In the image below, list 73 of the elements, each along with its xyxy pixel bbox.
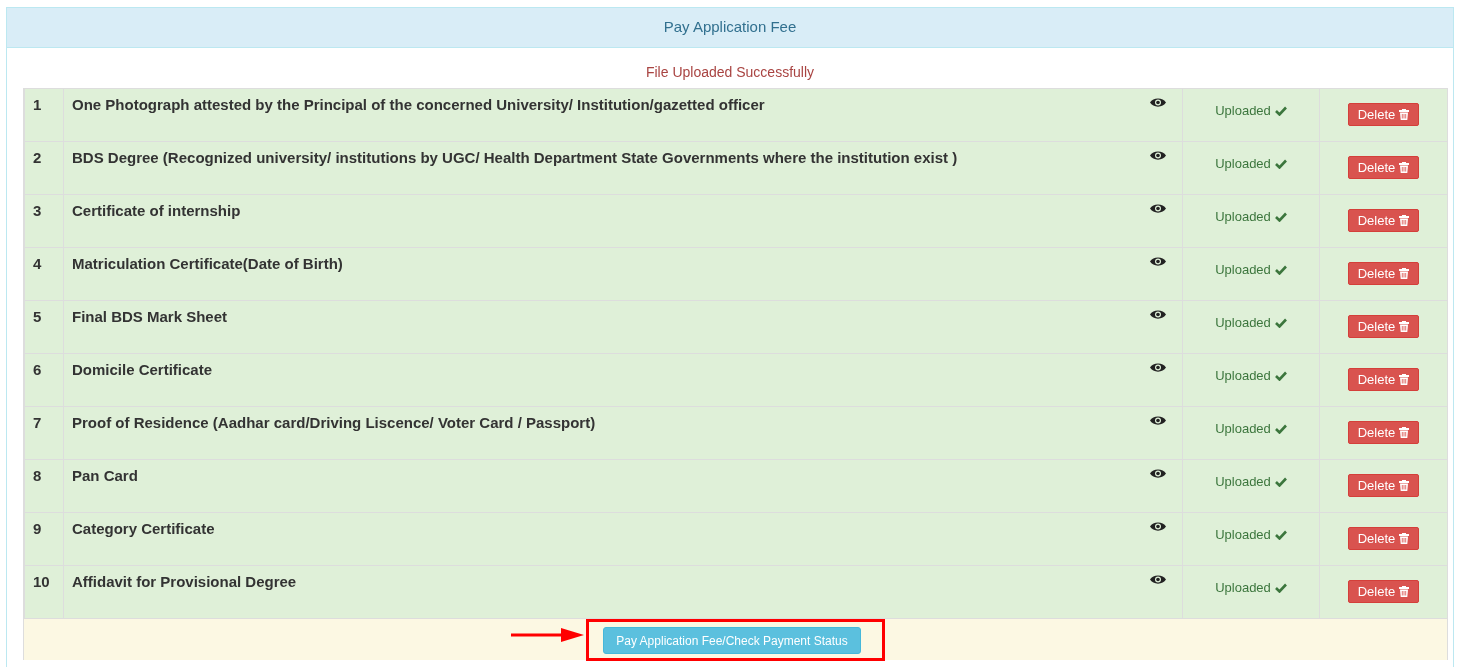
upload-status: Uploaded <box>1215 156 1287 171</box>
upload-status: Uploaded <box>1215 209 1287 224</box>
row-number: 4 <box>24 248 63 300</box>
check-icon <box>1274 264 1287 275</box>
check-icon <box>1274 370 1287 381</box>
upload-status: Uploaded <box>1215 421 1287 436</box>
trash-icon <box>1399 321 1410 332</box>
document-name: Matriculation Certificate(Date of Birth) <box>72 255 343 273</box>
document-name: Proof of Residence (Aadhar card/Driving Liscence/ Voter Card / Passport) <box>72 414 596 432</box>
check-icon <box>1274 317 1287 328</box>
upload-status: Uploaded <box>1215 315 1287 330</box>
row-number: 1 <box>24 89 63 141</box>
delete-button[interactable]: Delete <box>1347 580 1420 603</box>
eye-icon[interactable] <box>1150 97 1166 108</box>
row-number: 8 <box>24 460 63 512</box>
document-name: Affidavit for Provisional Degree <box>72 573 297 591</box>
eye-icon[interactable] <box>1150 309 1166 320</box>
delete-button[interactable]: Delete <box>1347 103 1420 126</box>
panel-title: Pay Application Fee <box>7 8 1453 48</box>
upload-status: Uploaded <box>1215 580 1287 595</box>
document-name: Pan Card <box>72 467 138 485</box>
trash-icon <box>1399 268 1410 279</box>
row-number: 5 <box>24 301 63 353</box>
upload-status: Uploaded <box>1215 474 1287 489</box>
delete-button[interactable]: Delete <box>1347 209 1420 232</box>
document-name: Certificate of internship <box>72 202 241 220</box>
eye-icon[interactable] <box>1150 256 1166 267</box>
document-name: One Photograph attested by the Principal of the concerned University/ Institution/gazetted officer <box>72 96 765 114</box>
trash-icon <box>1399 162 1410 173</box>
trash-icon <box>1399 586 1410 597</box>
check-icon <box>1274 105 1287 116</box>
trash-icon <box>1399 427 1410 438</box>
check-icon <box>1274 529 1287 540</box>
trash-icon <box>1399 480 1410 491</box>
success-message: File Uploaded Successfully <box>644 63 816 82</box>
upload-status: Uploaded <box>1215 368 1287 383</box>
upload-status: Uploaded <box>1215 527 1287 542</box>
delete-button[interactable]: Delete <box>1347 421 1420 444</box>
eye-icon[interactable] <box>1150 521 1166 532</box>
upload-status: Uploaded <box>1215 103 1287 118</box>
eye-icon[interactable] <box>1150 203 1166 214</box>
delete-button[interactable]: Delete <box>1347 474 1420 497</box>
row-number: 9 <box>24 513 63 565</box>
trash-icon <box>1399 109 1410 120</box>
delete-button[interactable]: Delete <box>1347 262 1420 285</box>
row-number: 10 <box>24 566 63 618</box>
delete-button[interactable]: Delete <box>1347 315 1420 338</box>
pay-fee-button[interactable]: Pay Application Fee/Check Payment Status <box>603 627 861 654</box>
delete-button[interactable]: Delete <box>1347 368 1420 391</box>
upload-status: Uploaded <box>1215 262 1287 277</box>
document-name: Final BDS Mark Sheet <box>72 308 228 326</box>
eye-icon[interactable] <box>1150 415 1166 426</box>
eye-icon[interactable] <box>1150 150 1166 161</box>
trash-icon <box>1399 374 1410 385</box>
check-icon <box>1274 158 1287 169</box>
row-number: 3 <box>24 195 63 247</box>
document-name: Category Certificate <box>72 520 215 538</box>
check-icon <box>1274 211 1287 222</box>
document-name: Domicile Certificate <box>72 361 213 379</box>
delete-button[interactable]: Delete <box>1347 527 1420 550</box>
row-number: 2 <box>24 142 63 194</box>
trash-icon <box>1399 533 1410 544</box>
eye-icon[interactable] <box>1150 468 1166 479</box>
check-icon <box>1274 476 1287 487</box>
row-number: 7 <box>24 407 63 459</box>
trash-icon <box>1399 215 1410 226</box>
document-name: BDS Degree (Recognized university/ institutions by UGC/ Health Department State Governments where the institution exist ) <box>72 149 958 167</box>
eye-icon[interactable] <box>1150 574 1166 585</box>
delete-button[interactable]: Delete <box>1347 156 1420 179</box>
check-icon <box>1274 582 1287 593</box>
check-icon <box>1274 423 1287 434</box>
row-number: 6 <box>24 354 63 406</box>
eye-icon[interactable] <box>1150 362 1166 373</box>
